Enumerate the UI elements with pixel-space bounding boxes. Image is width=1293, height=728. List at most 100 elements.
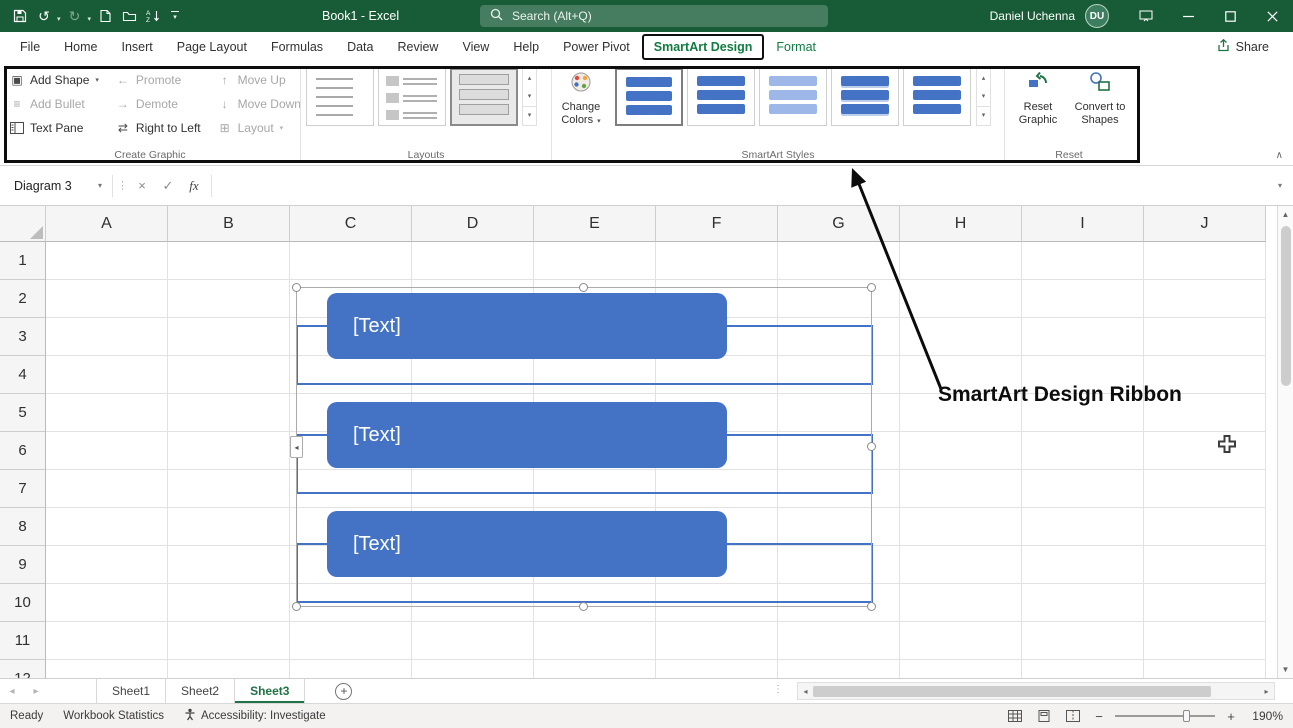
horizontal-scrollbar[interactable]: ◂ ▸ [797,682,1275,700]
layout-thumbnail[interactable] [306,68,374,126]
sheet-tab-sheet2[interactable]: Sheet2 [166,679,235,703]
account-name[interactable]: Daniel Uchenna [990,9,1075,23]
sheet-tab-sheet1[interactable]: Sheet1 [96,679,166,703]
tab-insert[interactable]: Insert [110,34,165,60]
gallery-scroll-up-icon[interactable]: ▴ [523,69,536,87]
tab-review[interactable]: Review [385,34,450,60]
tab-data[interactable]: Data [335,34,385,60]
close-button[interactable] [1251,0,1293,32]
sort-ascending-icon[interactable]: AZ [141,3,165,29]
gallery-scroll-down-icon[interactable]: ▾ [523,87,536,105]
smartart-style-thumbnail[interactable] [831,68,899,126]
sheet-area: ABCDEFGHIJ 123456789101112 [Text][Text][… [0,206,1293,678]
smartart-style-thumbnail[interactable] [759,68,827,126]
new-sheet-button[interactable]: + [335,683,352,700]
tab-smartart-design[interactable]: SmartArt Design [642,34,765,60]
text-pane-toggle-button[interactable]: ◂ [290,436,303,458]
layout-thumbnail[interactable] [378,68,446,126]
group-smartart-styles: Change Colors ▾ ▴ ▾ ▾ SmartArt Styles [552,62,1004,165]
collapse-ribbon-icon[interactable]: ∧ [1276,150,1283,161]
smartart-style-thumbnail[interactable] [687,68,755,126]
resize-handle[interactable] [867,442,876,451]
add-shape-button[interactable]: ▣Add Shape▾ [5,69,103,90]
normal-view-icon[interactable] [1005,706,1025,726]
change-colors-button[interactable]: Change Colors ▾ [552,66,610,128]
tab-bar-splitter[interactable]: ⋮ [773,684,783,695]
scroll-right-icon[interactable]: ▸ [1259,687,1274,696]
tab-format[interactable]: Format [764,34,828,60]
search-icon [490,8,503,24]
gallery-scroll-down-icon[interactable]: ▾ [977,87,990,105]
resize-handle[interactable] [867,602,876,611]
account-avatar[interactable]: DU [1085,4,1109,28]
next-sheet-icon[interactable]: ▸ [24,679,48,703]
tab-view[interactable]: View [450,34,501,60]
change-colors-dropdown-icon: ▾ [597,118,601,125]
sheet-tab-bar: ◂ ▸ Sheet1Sheet2Sheet3 + ⋮ ◂ ▸ [0,678,1293,703]
formula-bar-drag-handle[interactable]: ⋮ [117,179,129,192]
insert-function-button[interactable]: fx [181,173,207,199]
save-icon[interactable] [8,3,32,29]
page-layout-view-icon[interactable] [1034,706,1054,726]
gallery-more-icon[interactable]: ▾ [523,106,536,125]
scroll-down-icon[interactable]: ▼ [1278,661,1293,678]
undo-icon[interactable]: ↺ [32,3,56,29]
resize-handle[interactable] [579,283,588,292]
resize-handle[interactable] [292,283,301,292]
layouts-gallery-scrollbar: ▴ ▾ ▾ [522,68,537,126]
ribbon-display-options-icon[interactable] [1125,0,1167,32]
tab-help[interactable]: Help [501,34,551,60]
zoom-slider-thumb[interactable] [1183,710,1190,722]
scroll-up-icon[interactable]: ▲ [1278,206,1293,223]
share-button[interactable]: Share [1207,35,1279,59]
search-box[interactable]: Search (Alt+Q) [480,5,828,27]
accessibility-button[interactable]: Accessibility: Investigate [174,704,336,728]
tab-file[interactable]: File [8,34,52,60]
confirm-entry-button: ✓ [155,173,181,199]
right-to-left-button[interactable]: ⇄Right to Left [111,117,205,138]
move-down-icon: ↓ [217,97,233,111]
expand-formula-bar-icon[interactable]: ▾ [1267,181,1293,190]
title-bar-right: Daniel Uchenna DU [990,0,1293,32]
move-down-button: ↓Move Down [213,93,305,114]
undo-dropdown-icon[interactable]: ▾ [57,15,61,23]
customize-toolbar-icon[interactable]: ▾ [171,11,179,21]
minimize-button[interactable] [1167,0,1209,32]
smartart-style-thumbnail-selected[interactable] [615,68,683,126]
zoom-in-button[interactable]: + [1224,709,1238,724]
text-pane-button[interactable]: Text Pane [5,117,103,138]
window-title: Book1 - Excel [322,0,399,32]
resize-handle[interactable] [579,602,588,611]
tab-power-pivot[interactable]: Power Pivot [551,34,642,60]
horizontal-scrollbar-thumb[interactable] [813,686,1211,697]
gallery-more-icon[interactable]: ▾ [977,106,990,125]
sheet-tab-sheet3[interactable]: Sheet3 [235,679,305,703]
convert-to-shapes-button[interactable]: Convert to Shapes [1071,66,1129,127]
name-box-dropdown-icon[interactable]: ▾ [98,181,102,190]
maximize-button[interactable] [1209,0,1251,32]
layout-thumbnail-selected[interactable] [450,68,518,126]
vertical-scrollbar[interactable]: ▲ ▼ [1277,206,1293,678]
resize-handle[interactable] [292,602,301,611]
add-bullet-icon: ≡ [9,97,25,111]
resize-handle[interactable] [867,283,876,292]
zoom-out-button[interactable]: − [1092,709,1106,724]
smartart-style-thumbnail[interactable] [903,68,971,126]
page-break-view-icon[interactable] [1063,706,1083,726]
previous-sheet-icon[interactable]: ◂ [0,679,24,703]
tab-home[interactable]: Home [52,34,109,60]
zoom-slider[interactable] [1115,715,1215,717]
workbook-statistics-button[interactable]: Workbook Statistics [53,704,174,728]
name-box[interactable]: Diagram 3 ▾ [6,173,108,199]
reset-graphic-button[interactable]: Reset Graphic [1009,66,1067,127]
zoom-level[interactable]: 190% [1247,709,1283,723]
tab-page-layout[interactable]: Page Layout [165,34,259,60]
scroll-left-icon[interactable]: ◂ [798,687,813,696]
tab-formulas[interactable]: Formulas [259,34,335,60]
gallery-scroll-up-icon[interactable]: ▴ [977,69,990,87]
smartart-selection-frame[interactable]: ◂ [296,287,872,607]
new-file-icon[interactable] [93,3,117,29]
open-folder-icon[interactable] [117,3,141,29]
formula-input[interactable] [216,173,1267,199]
vertical-scrollbar-thumb[interactable] [1281,226,1291,386]
